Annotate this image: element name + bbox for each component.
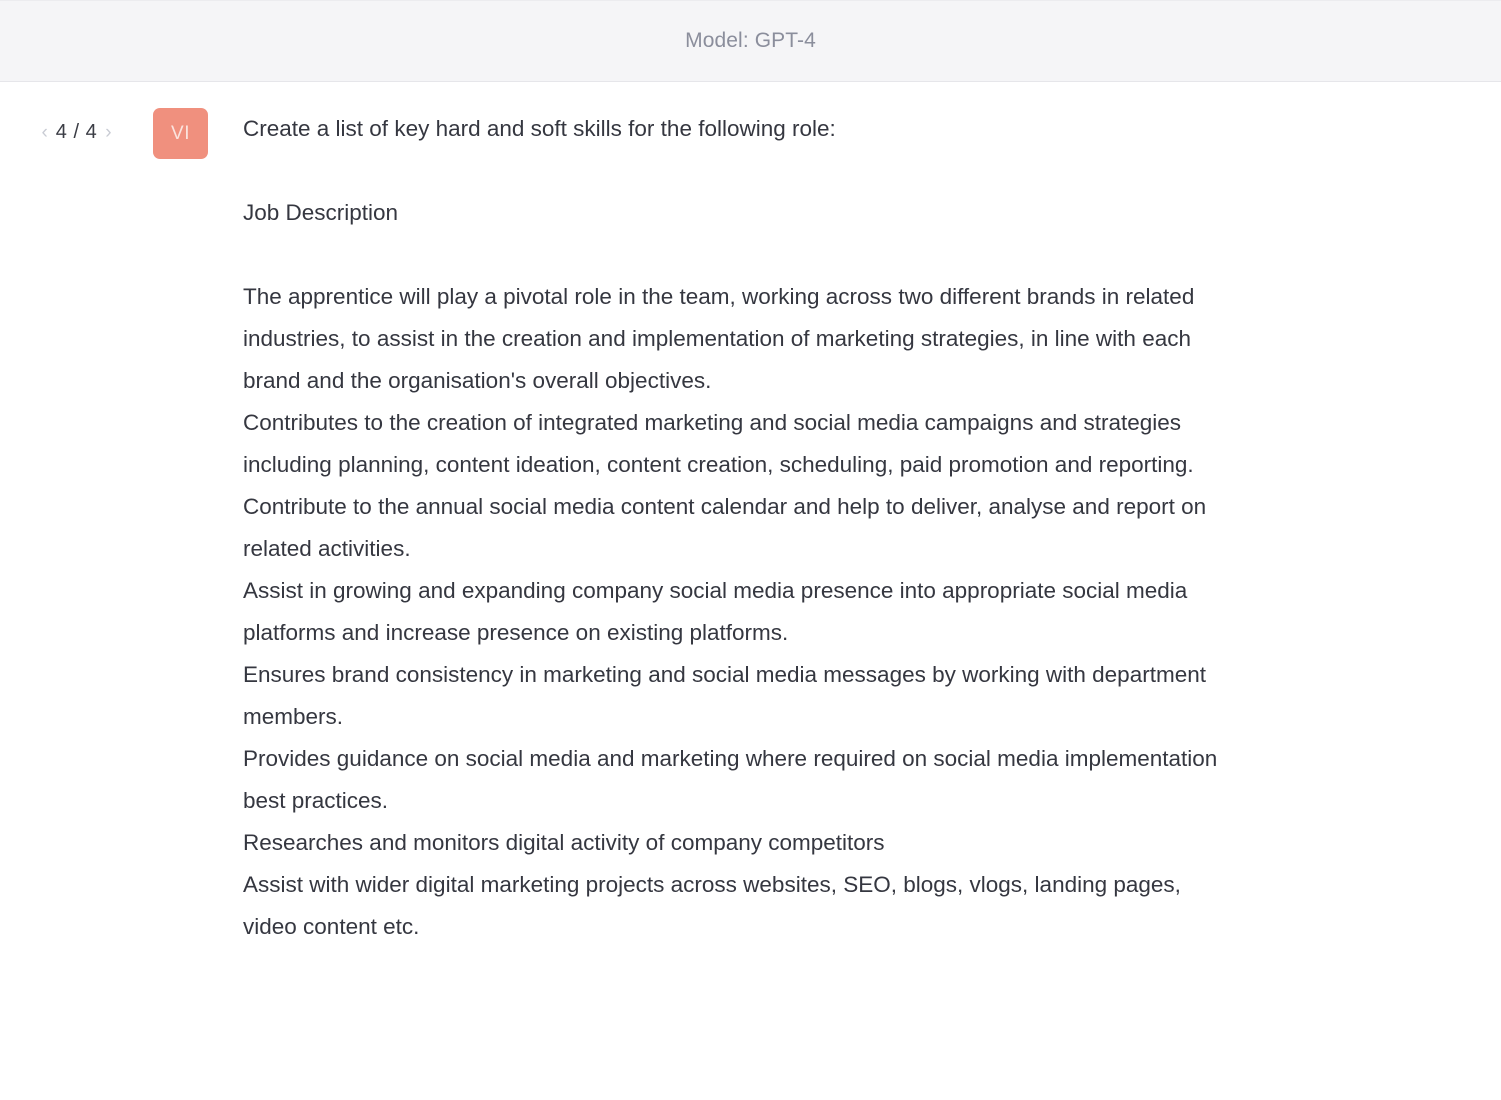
message-content: Create a list of key hard and soft skill… (243, 108, 1363, 948)
avatar-cell: VI (153, 108, 243, 159)
message-pagination[interactable]: ‹ 4 / 4 › (0, 108, 153, 144)
job-duty-paragraph: Researches and monitors digital activity… (243, 830, 885, 855)
model-label: Model: GPT-4 (685, 29, 816, 52)
chevron-right-icon[interactable]: › (104, 123, 112, 142)
job-duty-paragraph: Provides guidance on social media and ma… (243, 746, 1224, 813)
job-description-heading: Job Description (243, 200, 399, 225)
prompt-line: Create a list of key hard and soft skill… (243, 116, 836, 141)
job-description-body: The apprentice will play a pivotal role … (243, 276, 1233, 948)
job-duty-paragraph: Contribute to the annual social media co… (243, 494, 1213, 561)
chevron-left-icon[interactable]: ‹ (40, 123, 48, 142)
model-header-bar: Model: GPT-4 (0, 0, 1501, 82)
job-duty-paragraph: Ensures brand consistency in marketing a… (243, 662, 1213, 729)
blank-line-spacer (243, 150, 1233, 192)
message-row: ‹ 4 / 4 › VI Create a list of key hard a… (0, 108, 1501, 948)
conversation-panel: ‹ 4 / 4 › VI Create a list of key hard a… (0, 82, 1501, 948)
blank-line-spacer-2 (243, 234, 1233, 276)
job-duty-paragraph: Assist in growing and expanding company … (243, 578, 1194, 645)
job-duty-paragraph: Contributes to the creation of integrate… (243, 410, 1194, 477)
job-duty-paragraph: The apprentice will play a pivotal role … (243, 284, 1201, 393)
job-duty-paragraph: Assist with wider digital marketing proj… (243, 872, 1188, 939)
avatar: VI (153, 108, 208, 159)
pagination-count: 4 / 4 (55, 121, 98, 143)
